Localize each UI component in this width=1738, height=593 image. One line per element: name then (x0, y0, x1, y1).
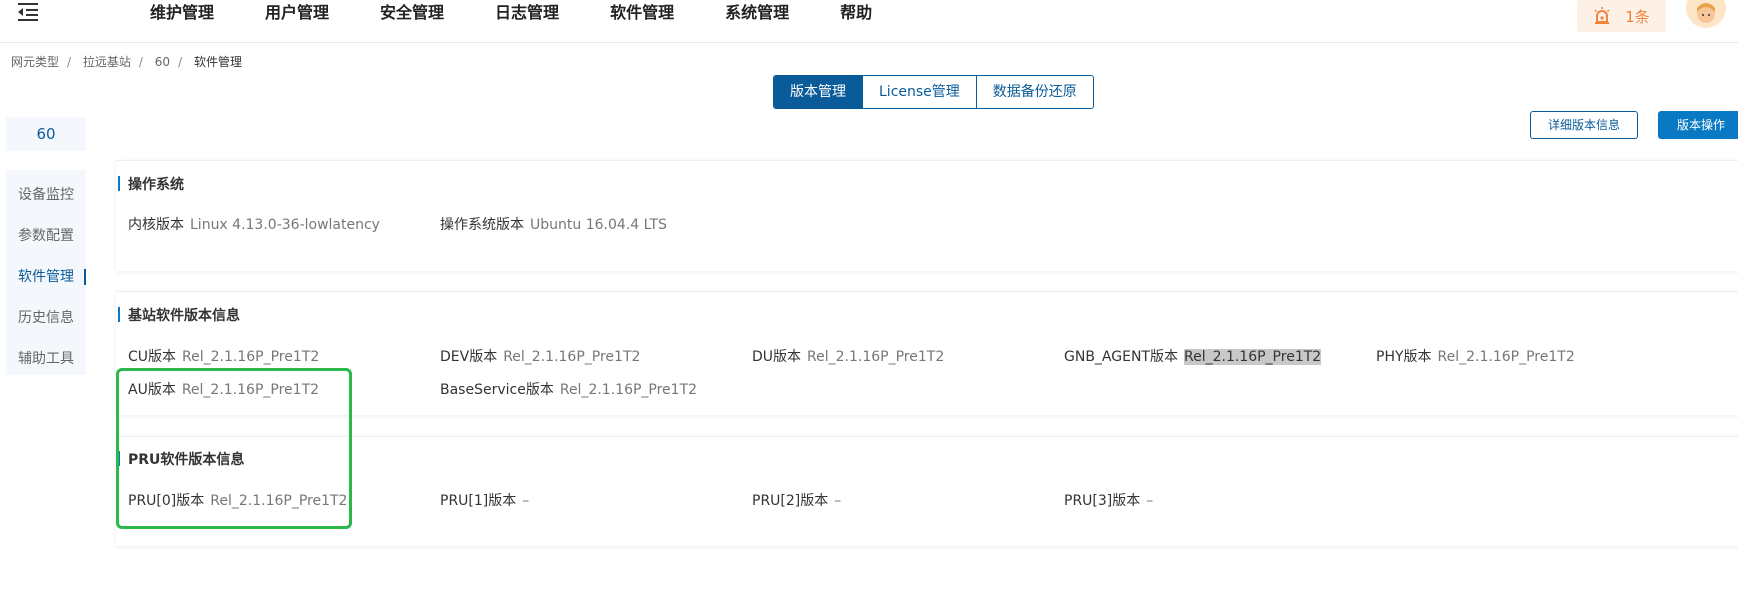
main-nav: 维护管理 用户管理 安全管理 日志管理 软件管理 系统管理 帮助 (150, 0, 923, 26)
tab-version-management[interactable]: 版本管理 (774, 76, 863, 108)
sidebar-item-device-monitor[interactable]: 设备监控 (6, 180, 86, 221)
sidebar-item-aux-tools[interactable]: 辅助工具 (6, 344, 86, 385)
breadcrumb-remote-station[interactable]: 拉远基站 (83, 55, 131, 69)
highlight-box (116, 368, 352, 529)
breadcrumb: 网元类型 / 拉远基站/ 60/ 软件管理 (11, 55, 242, 69)
os-version-label: 操作系统版本 (440, 217, 524, 233)
dev-version-field: DEV版本 Rel_2.1.16P_Pre1T2 (440, 346, 640, 366)
pru3-version-value: – (1146, 493, 1154, 509)
dev-version-label: DEV版本 (440, 349, 498, 365)
detail-version-info-button[interactable]: 详细版本信息 (1530, 111, 1638, 139)
pru1-version-label: PRU[1]版本 (440, 493, 517, 509)
nav-software[interactable]: 软件管理 (610, 0, 674, 26)
tab-bar: 版本管理 License管理 数据备份还原 (773, 75, 1094, 109)
gnb-agent-version-field: GNB_AGENT版本 Rel_2.1.16P_Pre1T2 (1064, 346, 1322, 366)
phy-version-value: Rel_2.1.16P_Pre1T2 (1437, 349, 1575, 365)
pru3-version-label: PRU[3]版本 (1064, 493, 1141, 509)
gnb-agent-version-label: GNB_AGENT版本 (1064, 349, 1178, 365)
sidebar-device-id: 60 (6, 117, 86, 151)
pru2-version-field: PRU[2]版本 – (752, 490, 841, 510)
nav-system[interactable]: 系统管理 (725, 0, 789, 26)
tab-data-backup-restore[interactable]: 数据备份还原 (976, 76, 1093, 108)
cu-version-field: CU版本 Rel_2.1.16P_Pre1T2 (128, 346, 319, 366)
sidebar-menu: 设备监控 参数配置 软件管理 历史信息 辅助工具 (6, 170, 86, 375)
kernel-version-field: 内核版本 Linux 4.13.0-36-lowlatency (128, 214, 380, 234)
kernel-version-value: Linux 4.13.0-36-lowlatency (190, 217, 380, 233)
du-version-value: Rel_2.1.16P_Pre1T2 (807, 349, 945, 365)
cu-version-label: CU版本 (128, 349, 177, 365)
baseservice-version-field: BaseService版本 Rel_2.1.16P_Pre1T2 (440, 379, 697, 399)
sidebar-item-param-config[interactable]: 参数配置 (6, 221, 86, 262)
pru2-version-label: PRU[2]版本 (752, 493, 829, 509)
version-operation-button[interactable]: 版本操作 (1658, 111, 1738, 139)
bs-software-section: 基站软件版本信息 CU版本 Rel_2.1.16P_Pre1T2 DEV版本 Rel… (116, 291, 1738, 415)
du-version-label: DU版本 (752, 349, 802, 365)
baseservice-version-value: Rel_2.1.16P_Pre1T2 (559, 382, 698, 398)
pru3-version-field: PRU[3]版本 – (1064, 490, 1153, 510)
baseservice-version-label: BaseService版本 (440, 382, 554, 398)
os-section: 操作系统 内核版本 Linux 4.13.0-36-lowlatency 操作系统… (116, 160, 1738, 271)
breadcrumb-current: 软件管理 (193, 55, 242, 69)
phy-version-label: PHY版本 (1376, 349, 1432, 365)
nav-users[interactable]: 用户管理 (265, 0, 329, 26)
pru-software-section: PRU软件版本信息 PRU[0]版本 Rel_2.1.16P_Pre1T2 PRU… (116, 436, 1738, 546)
breadcrumb-id[interactable]: 60 (155, 55, 170, 69)
os-version-field: 操作系统版本 Ubuntu 16.04.4 LTS (440, 214, 667, 234)
du-version-field: DU版本 Rel_2.1.16P_Pre1T2 (752, 346, 944, 366)
nav-security[interactable]: 安全管理 (380, 0, 444, 26)
cu-version-value: Rel_2.1.16P_Pre1T2 (182, 349, 320, 365)
kernel-version-label: 内核版本 (128, 217, 184, 233)
gnb-agent-version-value: Rel_2.1.16P_Pre1T2 (1183, 349, 1322, 365)
pru1-version-field: PRU[1]版本 – (440, 490, 529, 510)
bs-section-title: 基站软件版本信息 (118, 305, 240, 325)
pru2-version-value: – (834, 493, 842, 509)
os-version-value: Ubuntu 16.04.4 LTS (530, 217, 667, 233)
tab-license-management[interactable]: License管理 (863, 76, 977, 108)
alarm-count: 1条 (1625, 7, 1650, 26)
alarm-badge[interactable]: 1条 (1577, 0, 1666, 32)
menu-collapse-icon[interactable] (16, 2, 40, 22)
sidebar-item-history[interactable]: 历史信息 (6, 303, 86, 344)
phy-version-field: PHY版本 Rel_2.1.16P_Pre1T2 (1376, 346, 1575, 366)
breadcrumb-ne-type[interactable]: 网元类型 (11, 55, 59, 69)
nav-help[interactable]: 帮助 (840, 0, 872, 26)
nav-logs[interactable]: 日志管理 (495, 0, 559, 26)
user-avatar[interactable] (1686, 0, 1726, 28)
pru1-version-value: – (522, 493, 530, 509)
dev-version-value: Rel_2.1.16P_Pre1T2 (503, 349, 641, 365)
nav-maintenance[interactable]: 维护管理 (150, 0, 214, 26)
os-section-title: 操作系统 (118, 174, 184, 194)
top-bar: 维护管理 用户管理 安全管理 日志管理 软件管理 系统管理 帮助 1条 (0, 0, 1738, 43)
alarm-bell-icon (1594, 7, 1610, 24)
sidebar-item-software-management[interactable]: 软件管理 (6, 262, 86, 303)
